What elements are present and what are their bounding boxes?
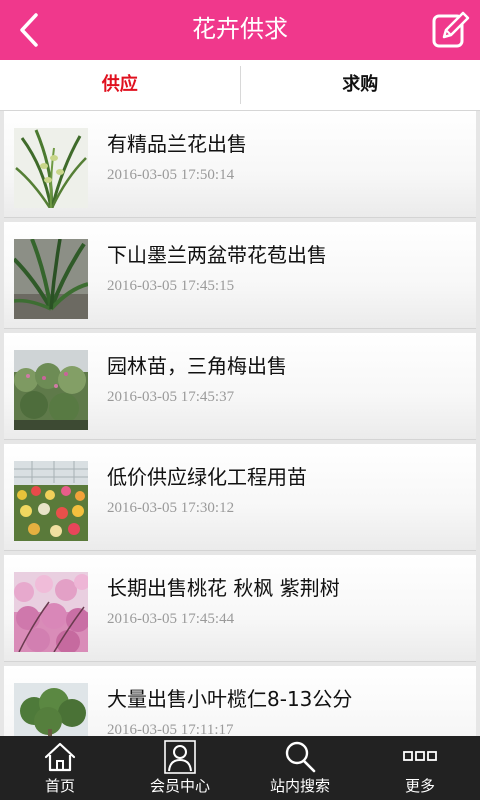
- item-time: 2016-03-05 17:45:37: [107, 389, 235, 405]
- item-time: 2016-03-05 17:45:44: [107, 611, 235, 627]
- tabbar-home[interactable]: 首页: [0, 736, 120, 800]
- tabbar-search[interactable]: 站内搜索: [240, 736, 360, 800]
- more-icon: [403, 751, 437, 761]
- list-item[interactable]: 长期出售桃花 秋枫 紫荆树 2016-03-05 17:45:44: [4, 555, 476, 662]
- tab-purchase[interactable]: 求购: [241, 60, 480, 110]
- tabbar-more-label: 更多: [404, 777, 435, 795]
- greenhouse-flowers-photo: [14, 461, 88, 541]
- nursery-plants-photo: [14, 350, 88, 430]
- edit-button[interactable]: [430, 10, 470, 50]
- listing-list[interactable]: 有精品兰花出售 2016-03-05 17:50:14 下山墨兰两盆带花苞出售 …: [0, 111, 480, 736]
- list-item[interactable]: 有精品兰花出售 2016-03-05 17:50:14: [4, 111, 476, 218]
- item-title: 有精品兰花出售: [107, 132, 247, 156]
- tabbar-search-label: 站内搜索: [269, 777, 330, 795]
- item-time: 2016-03-05 17:30:12: [107, 500, 235, 516]
- header-bar: 花卉供求: [0, 0, 480, 60]
- tabbar-member[interactable]: 会员中心: [120, 736, 240, 800]
- item-title: 大量出售小叶榄仁8-13公分: [107, 687, 353, 711]
- item-title: 低价供应绿化工程用苗: [107, 465, 307, 489]
- tabbar-more[interactable]: 更多: [360, 736, 480, 800]
- home-icon: [44, 742, 76, 772]
- tab-bar: 供应 求购: [0, 60, 480, 111]
- peach-blossom-photo: [14, 572, 88, 652]
- item-title: 长期出售桃花 秋枫 紫荆树: [107, 576, 340, 600]
- item-time: 2016-03-05 17:45:15: [107, 278, 235, 294]
- tabbar-member-label: 会员中心: [149, 777, 210, 795]
- search-icon: [285, 741, 316, 773]
- edit-note-icon: [432, 11, 470, 48]
- orchid-photo: [14, 128, 88, 208]
- item-time: 2016-03-05 17:11:17: [107, 722, 234, 736]
- list-item[interactable]: 园林苗，三角梅出售 2016-03-05 17:45:37: [4, 333, 476, 440]
- list-item[interactable]: 大量出售小叶榄仁8-13公分 2016-03-05 17:11:17: [4, 666, 476, 736]
- tab-supply[interactable]: 供应: [0, 60, 240, 110]
- item-title: 园林苗，三角梅出售: [107, 354, 287, 378]
- tree-photo: [14, 683, 88, 736]
- user-icon: [164, 740, 196, 774]
- orchid-pot-photo: [14, 239, 88, 319]
- tabbar-home-label: 首页: [44, 777, 75, 795]
- item-title: 下山墨兰两盆带花苞出售: [107, 243, 327, 267]
- list-item[interactable]: 下山墨兰两盆带花苞出售 2016-03-05 17:45:15: [4, 222, 476, 329]
- page-title: 花卉供求: [192, 15, 288, 43]
- list-item[interactable]: 低价供应绿化工程用苗 2016-03-05 17:30:12: [4, 444, 476, 551]
- bottom-tab-bar: 首页 会员中心 站内搜索 更多: [0, 736, 480, 800]
- item-time: 2016-03-05 17:50:14: [107, 167, 235, 183]
